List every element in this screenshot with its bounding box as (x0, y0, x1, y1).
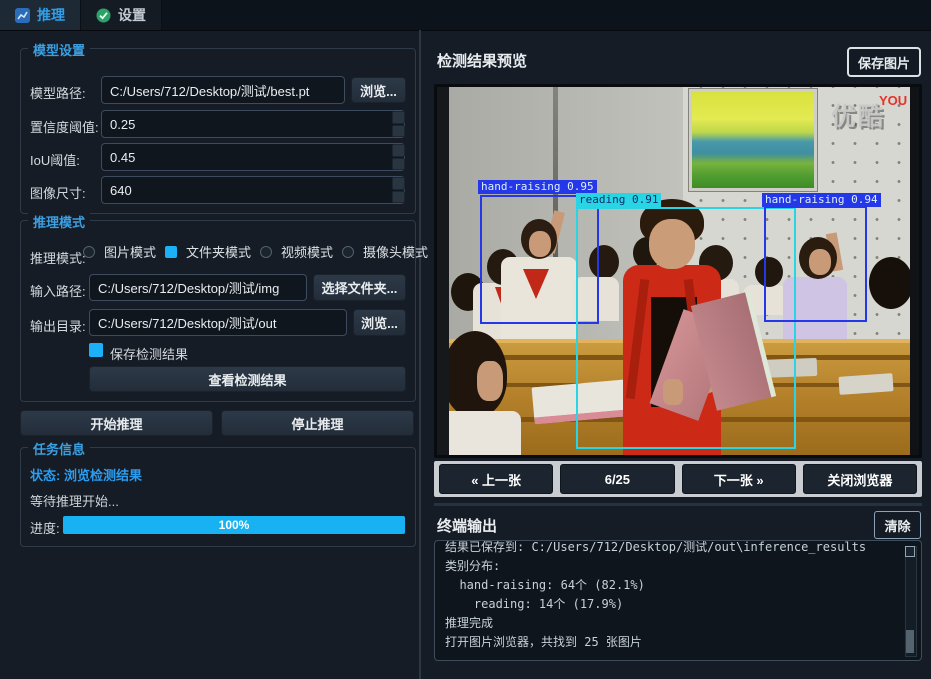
photo-left-edge (437, 87, 449, 455)
spinner-down-button[interactable] (392, 125, 405, 138)
model-path-input[interactable] (101, 76, 345, 104)
detection-box-hand-raising-2 (764, 206, 867, 322)
browser-nav-strip: « 上一张 6/25 下一张 » 关闭浏览器 (434, 461, 922, 497)
chart-line-icon (15, 8, 30, 23)
iou-threshold-label: IoU阈值: (30, 150, 80, 169)
photo-right-edge (910, 87, 919, 455)
model-settings-title: 模型设置 (28, 40, 90, 59)
input-path-label: 输入路径: (30, 281, 86, 300)
image-size-input[interactable] (101, 176, 405, 204)
detection-box-reading (576, 207, 796, 449)
terminal-line: 推理完成 (445, 614, 897, 633)
terminal-line: reading: 14个 (17.9%) (445, 595, 897, 614)
iou-spinner (392, 144, 405, 170)
mode-row-label: 推理模式: (30, 248, 86, 267)
terminal-line: hand-raising: 64个 (82.1%) (445, 576, 897, 595)
tab-settings-label: 设置 (118, 5, 146, 25)
terminal-scrollbar-thumb[interactable] (906, 630, 914, 653)
student-body (437, 411, 521, 455)
terminal-line: 打开图片浏览器，共找到 25 张图片 (445, 633, 897, 652)
imgsz-spinner (392, 177, 405, 203)
radio-folder-mode-label[interactable]: 文件夹模式 (186, 242, 251, 261)
tab-inference[interactable]: 推理 (0, 0, 81, 30)
terminal-line: 结果已保存到: C:/Users/712/Desktop/测试/out\infe… (445, 540, 897, 557)
spinner-down-button[interactable] (392, 191, 405, 204)
next-image-button[interactable]: 下一张 » (682, 464, 796, 494)
conf-spinner (392, 111, 405, 137)
wall-poster (689, 89, 817, 191)
app-window: 推理 设置 模型设置 模型路径: 浏览... 置信度阈值: IoU阈值: 图像尺… (0, 0, 931, 679)
save-results-label[interactable]: 保存检测结果 (110, 344, 188, 363)
youku-watermark-red: YOU (879, 93, 907, 108)
spinner-down-button[interactable] (392, 158, 405, 171)
input-path-input[interactable] (89, 274, 307, 301)
conf-threshold-label: 置信度阈值: (30, 117, 99, 136)
section-separator (434, 503, 922, 506)
tab-settings[interactable]: 设置 (81, 0, 162, 30)
model-path-browse-button[interactable]: 浏览... (351, 77, 406, 103)
preview-title: 检测结果预览 (437, 50, 527, 71)
inference-mode-group: 推理模式 推理模式: 图片模式 文件夹模式 视频模式 摄像头模式 输入路径: 选… (20, 220, 416, 402)
output-dir-input[interactable] (89, 309, 347, 336)
spinner-up-button[interactable] (392, 144, 405, 157)
output-browse-button[interactable]: 浏览... (353, 309, 406, 336)
view-results-button[interactable]: 查看检测结果 (89, 366, 406, 392)
terminal-line: 类别分布: (445, 557, 897, 576)
conf-threshold-input[interactable] (101, 110, 405, 138)
task-message: 等待推理开始... (30, 491, 119, 510)
model-settings-group: 模型设置 模型路径: 浏览... 置信度阈值: IoU阈值: 图像尺寸: (20, 48, 416, 214)
book-on-desk (838, 373, 893, 395)
progress-label: 进度: (30, 518, 60, 537)
inference-mode-title: 推理模式 (28, 212, 90, 231)
student-face (477, 361, 503, 401)
radio-image-mode-label[interactable]: 图片模式 (104, 242, 156, 261)
iou-threshold-input[interactable] (101, 143, 405, 171)
save-results-checkbox[interactable] (89, 343, 103, 357)
progress-bar: 100% (63, 516, 405, 534)
check-circle-icon (96, 8, 111, 23)
radio-camera-mode[interactable] (342, 246, 354, 258)
preview-frame: 优酷 YOU (434, 84, 922, 458)
student-head (869, 257, 913, 309)
detection-label-reading: reading 0.91 (576, 193, 661, 207)
output-dir-label: 输出目录: (30, 316, 86, 335)
tab-inference-label: 推理 (37, 5, 65, 25)
task-info-title: 任务信息 (28, 439, 90, 458)
spinner-up-button[interactable] (392, 177, 405, 190)
save-image-button[interactable]: 保存图片 (847, 47, 921, 77)
spinner-up-button[interactable] (392, 111, 405, 124)
detection-label-hand-raising-2: hand-raising 0.94 (762, 193, 881, 207)
start-inference-button[interactable]: 开始推理 (20, 410, 213, 436)
radio-video-mode[interactable] (260, 246, 272, 258)
radio-video-mode-label[interactable]: 视频模式 (281, 242, 333, 261)
detection-label-hand-raising-1: hand-raising 0.95 (478, 180, 597, 194)
status-text: 状态: 浏览检测结果 (30, 465, 142, 484)
image-counter: 6/25 (560, 464, 674, 494)
select-folder-button[interactable]: 选择文件夹... (313, 274, 406, 301)
radio-folder-mode[interactable] (165, 246, 177, 258)
terminal-scrollbar-up-button[interactable] (905, 546, 915, 557)
radio-camera-mode-label[interactable]: 摄像头模式 (363, 242, 428, 261)
prev-image-button[interactable]: « 上一张 (439, 464, 553, 494)
clear-terminal-button[interactable]: 清除 (874, 511, 921, 539)
youku-watermark: 优酷 (831, 97, 885, 133)
radio-image-mode[interactable] (83, 246, 95, 258)
close-browser-button[interactable]: 关闭浏览器 (803, 464, 917, 494)
tab-bar: 推理 设置 (0, 0, 931, 31)
classroom-photo[interactable]: 优酷 YOU (437, 87, 919, 455)
terminal-output[interactable]: 结果已保存到: C:/Users/712/Desktop/测试/out\infe… (434, 540, 922, 661)
panel-divider (419, 30, 421, 679)
model-path-label: 模型路径: (30, 83, 86, 102)
terminal-title: 终端输出 (437, 515, 497, 536)
mode-radio-row: 图片模式 文件夹模式 视频模式 摄像头模式 (83, 242, 428, 261)
stop-inference-button[interactable]: 停止推理 (221, 410, 414, 436)
image-size-label: 图像尺寸: (30, 183, 86, 202)
task-info-group: 任务信息 状态: 浏览检测结果 等待推理开始... 进度: 100% (20, 447, 416, 547)
